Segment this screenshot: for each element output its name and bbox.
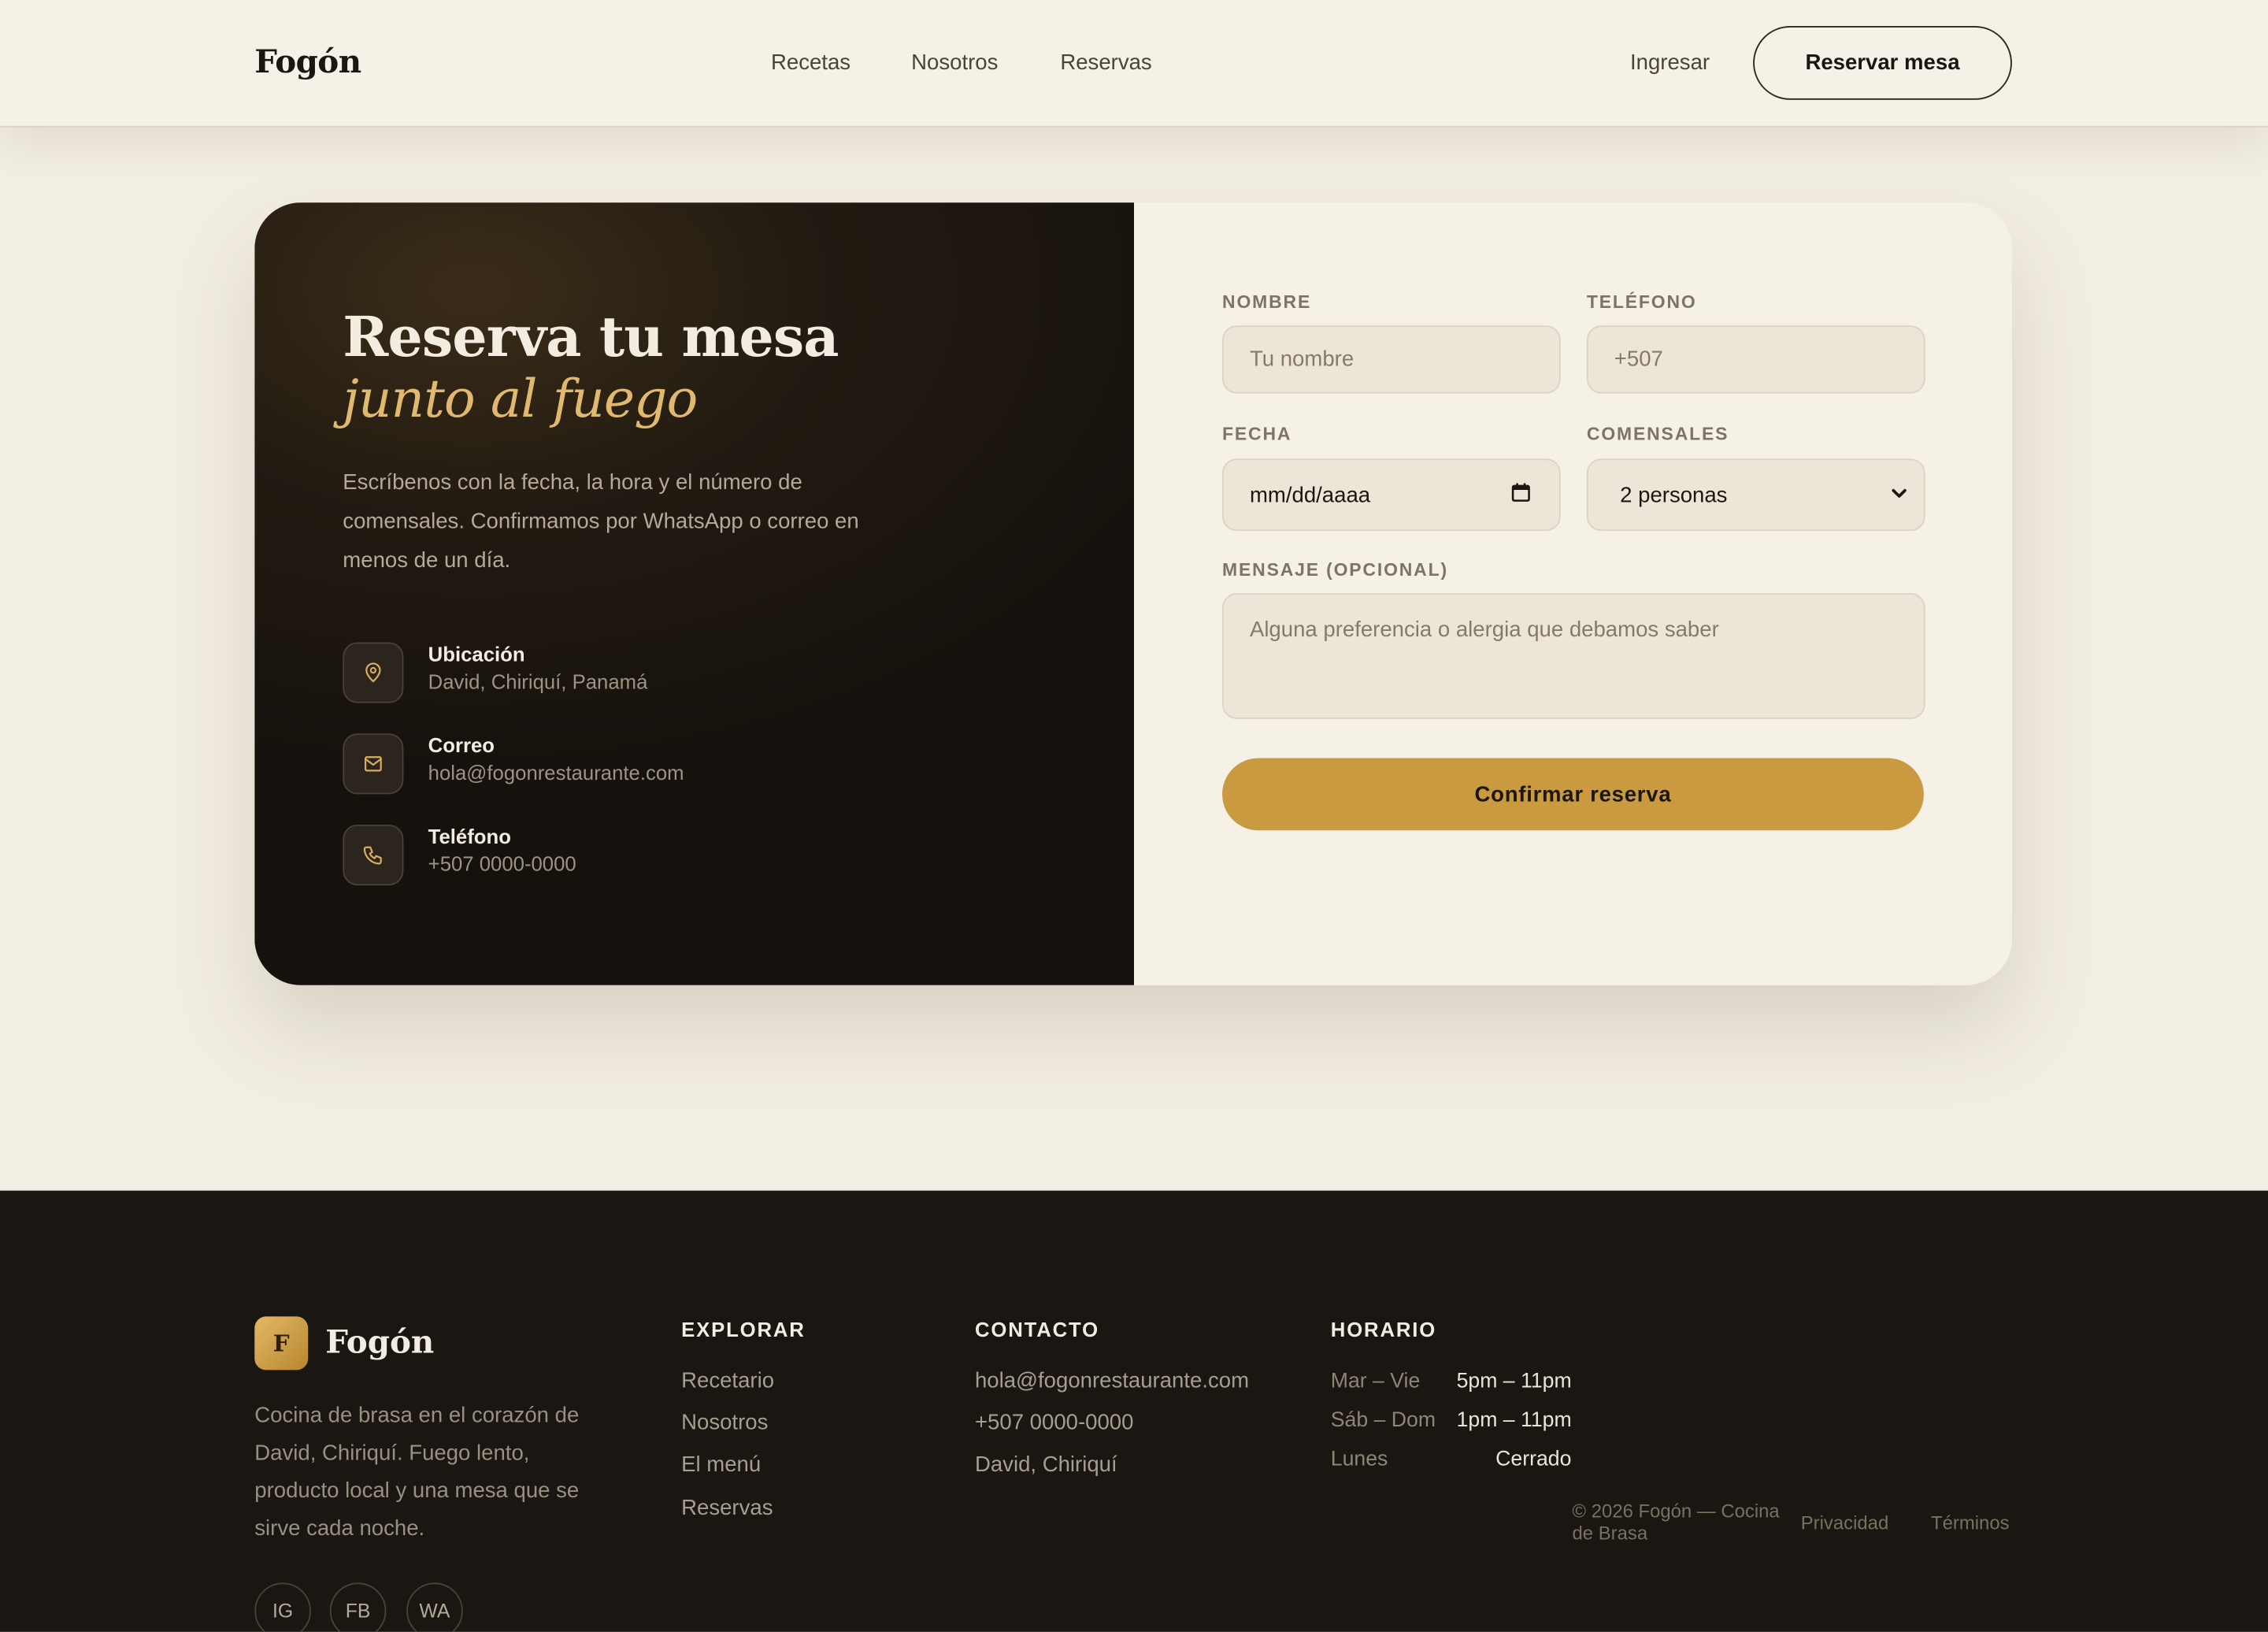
footer-logo-mark: F	[254, 1316, 309, 1371]
info-label: Ubicación	[428, 642, 525, 666]
phone-icon	[343, 824, 404, 886]
calendar-icon[interactable]	[1511, 483, 1530, 502]
nav-link-reservas[interactable]: Reservas	[1060, 50, 1151, 75]
page: Fogón Recetas Nosotros Reservas Ingresar…	[0, 0, 2268, 1632]
info-label: Correo	[428, 733, 495, 757]
whatsapp-link[interactable]: WA	[406, 1582, 463, 1632]
location-pin-icon	[343, 642, 404, 703]
nav-link-nosotros[interactable]: Nosotros	[911, 50, 998, 75]
info-value[interactable]: +507 0000-0000	[428, 852, 576, 875]
info-email: Correo hola@fogonrestaurante.com	[343, 733, 921, 795]
hours-time: 1pm – 11pm	[1456, 1408, 1572, 1433]
contact-heading: CONTACTO	[974, 1318, 1100, 1341]
copyright: © 2026 Fogón — Cocina de Brasa	[1572, 1500, 1780, 1544]
message-textarea[interactable]: Alguna preferencia o alergia que debamos…	[1222, 593, 1925, 719]
chevron-down-icon	[1892, 488, 1907, 498]
hero-title: Reserva tu mesa	[343, 303, 839, 369]
footer-brand[interactable]: Fogón	[325, 1324, 434, 1362]
guests-label: COMENSALES	[1586, 424, 1729, 444]
phone-label: TELÉFONO	[1586, 292, 1697, 313]
site-footer: F Fogón Cocina de brasa en el corazón de…	[0, 1190, 2268, 1632]
facebook-link[interactable]: FB	[329, 1582, 387, 1632]
info-location: Ubicación David, Chiriquí, Panamá	[343, 642, 921, 703]
footer-link-recetario[interactable]: Recetario	[681, 1369, 774, 1393]
reserve-table-button[interactable]: Reservar mesa	[1753, 26, 2012, 100]
footer-contact-phone[interactable]: +507 0000-0000	[975, 1411, 1133, 1435]
login-link[interactable]: Ingresar	[1630, 50, 1710, 75]
hero-subtitle: junto al fuego	[343, 370, 698, 430]
date-input[interactable]: mm/dd/aaaa	[1222, 458, 1561, 532]
instagram-link[interactable]: IG	[254, 1582, 311, 1632]
phone-input[interactable]: +507	[1586, 325, 1925, 394]
hours-time: 5pm – 11pm	[1456, 1370, 1572, 1393]
nav-link-recetas[interactable]: Recetas	[771, 50, 850, 75]
reservation-intro-panel: Reserva tu mesa junto al fuego Escríbeno…	[254, 202, 1135, 985]
site-header: Fogón Recetas Nosotros Reservas Ingresar…	[0, 0, 2268, 128]
hours-heading: HORARIO	[1330, 1318, 1437, 1341]
footer-link-nosotros[interactable]: Nosotros	[681, 1411, 768, 1435]
footer-link-menu[interactable]: El menú	[681, 1452, 761, 1477]
guests-value: 2 personas	[1620, 482, 1728, 507]
footer-contact-email[interactable]: hola@fogonrestaurante.com	[975, 1369, 1249, 1393]
info-value: David, Chiriquí, Panamá	[428, 669, 648, 693]
explore-heading: EXPLORAR	[681, 1318, 806, 1341]
hours-time: Cerrado	[1495, 1448, 1572, 1471]
info-phone: Teléfono +507 0000-0000	[343, 824, 921, 886]
hours-day: Mar – Vie	[1330, 1370, 1421, 1393]
guests-select[interactable]: 2 personas	[1586, 458, 1925, 532]
brand-logo[interactable]: Fogón	[254, 43, 361, 81]
hours-day: Sáb – Dom	[1330, 1408, 1436, 1433]
message-label: MENSAJE (OPCIONAL)	[1222, 559, 1448, 580]
info-label: Teléfono	[428, 824, 511, 848]
confirm-reservation-button[interactable]: Confirmar reserva	[1222, 758, 1924, 831]
hero-description: Escríbenos con la fecha, la hora y el nú…	[343, 469, 859, 573]
reservation-card: Reserva tu mesa junto al fuego Escríbeno…	[254, 202, 2012, 985]
terms-link[interactable]: Términos	[1931, 1511, 2010, 1534]
footer-link-reservas[interactable]: Reservas	[681, 1496, 773, 1520]
date-placeholder: mm/dd/aaaa	[1249, 482, 1371, 507]
footer-description: Cocina de brasa en el corazón de David, …	[254, 1403, 580, 1541]
reservation-form: NOMBRE Tu nombre TELÉFONO +507 FECHA mm/…	[1134, 202, 2012, 985]
footer-contact-city: David, Chiriquí	[974, 1452, 1117, 1478]
date-label: FECHA	[1222, 424, 1292, 444]
hours-day: Lunes	[1330, 1448, 1388, 1471]
privacy-link[interactable]: Privacidad	[1801, 1511, 1888, 1534]
info-value[interactable]: hola@fogonrestaurante.com	[428, 761, 684, 784]
name-input[interactable]: Tu nombre	[1222, 325, 1561, 394]
mail-icon	[343, 733, 404, 795]
name-label: NOMBRE	[1222, 292, 1312, 313]
